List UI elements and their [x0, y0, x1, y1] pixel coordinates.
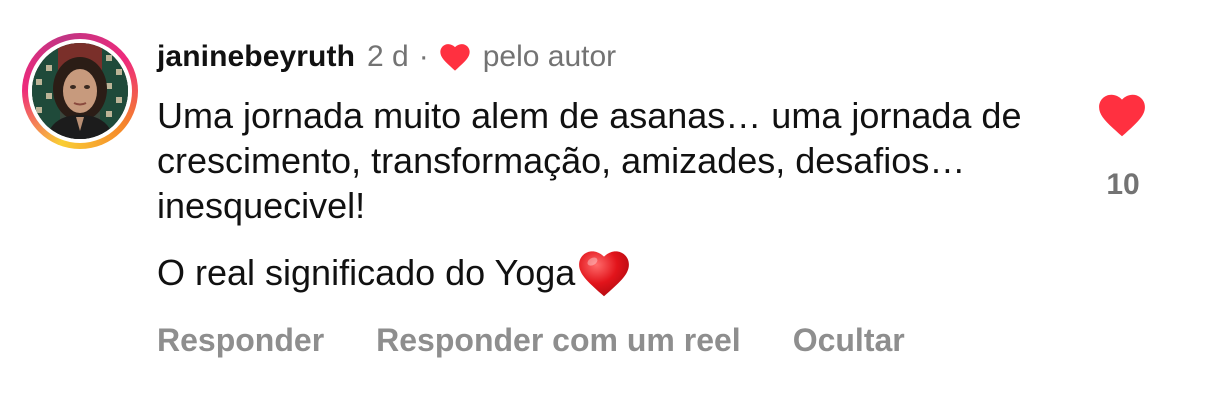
comment-header: janinebeyruth 2 d · pelo autor: [157, 36, 616, 78]
red-heart-emoji-icon: [579, 251, 630, 297]
comment-text-second-paragraph: O real significado do Yoga: [157, 248, 631, 297]
comment-actions: Responder Responder com um reel Ocultar: [157, 318, 905, 362]
comment-timestamp: 2 d: [367, 40, 409, 73]
liked-by-author-label: pelo autor: [482, 40, 617, 73]
avatar-story-ring[interactable]: [22, 33, 138, 149]
heart-icon: [440, 44, 470, 71]
avatar: [32, 43, 128, 139]
comment: janinebeyruth 2 d · pelo autor Uma jorna…: [0, 0, 1206, 409]
hide-button[interactable]: Ocultar: [793, 322, 905, 359]
avatar-photo: [32, 43, 128, 139]
avatar-ring-gap: [28, 39, 132, 143]
separator-dot: ·: [418, 40, 429, 73]
comment-text-line: O real significado do Yoga: [157, 251, 576, 293]
like-count[interactable]: 10: [1080, 168, 1166, 202]
like-heart-icon[interactable]: [1097, 92, 1147, 138]
reply-with-reel-button[interactable]: Responder com um reel: [376, 322, 741, 359]
comment-text: Uma jornada muito alem de asanas… uma jo…: [157, 95, 1022, 226]
reply-button[interactable]: Responder: [157, 322, 324, 359]
username[interactable]: janinebeyruth: [157, 40, 355, 74]
